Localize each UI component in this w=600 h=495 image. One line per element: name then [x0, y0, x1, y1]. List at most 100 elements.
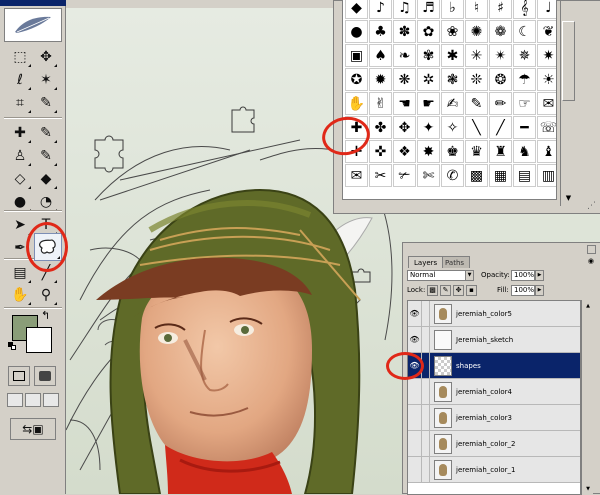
visibility-eye-icon[interactable] [408, 405, 422, 430]
shape-cell[interactable]: ▣ [345, 44, 368, 67]
layers-title-bar[interactable] [403, 243, 600, 255]
shape-cell[interactable]: ☀ [537, 68, 556, 91]
layer-link-box[interactable] [422, 327, 430, 352]
scrollbar-thumb[interactable] [562, 21, 575, 101]
shape-cell[interactable]: ❁ [489, 20, 512, 43]
lock-transparent-icon[interactable]: ▩ [427, 285, 438, 296]
shape-cell[interactable]: ♣ [369, 20, 392, 43]
background-color-swatch[interactable] [26, 327, 52, 353]
shape-cell[interactable]: ╱ [489, 116, 512, 139]
shape-cell[interactable]: ✤ [369, 116, 392, 139]
tab-paths[interactable]: Paths [439, 256, 471, 268]
chevron-down-icon[interactable]: ▼ [465, 270, 474, 281]
layer-link-box[interactable] [422, 431, 430, 456]
shape-cell[interactable]: ☾ [513, 20, 536, 43]
shape-cell[interactable]: ♜ [489, 140, 512, 163]
shape-cell[interactable]: ━ [513, 116, 536, 139]
shape-cell[interactable]: ♝ [537, 140, 556, 163]
shape-cell[interactable]: ● [345, 20, 368, 43]
scroll-down-arrow[interactable]: ▼ [562, 191, 575, 205]
standard-mode-button[interactable] [8, 366, 30, 386]
shape-cell[interactable]: ✧ [441, 116, 464, 139]
layer-row[interactable]: jeremiah_color_1 [408, 457, 580, 483]
shape-cell[interactable]: ▦ [489, 164, 512, 187]
shape-cell[interactable]: ☏ [537, 116, 556, 139]
shape-cell[interactable]: ◆ [345, 0, 368, 19]
shape-cell[interactable]: ✸ [417, 140, 440, 163]
layer-row[interactable]: 👁 jeremiah_color5 [408, 301, 580, 327]
shape-cell[interactable]: ♠ [369, 44, 392, 67]
shape-cell[interactable]: ✄ [417, 164, 440, 187]
shape-cell[interactable]: ✵ [513, 44, 536, 67]
layer-list-scrollbar[interactable]: ▲ ▼ [581, 300, 593, 495]
tab-layers[interactable]: Layers [408, 256, 444, 268]
visibility-eye-icon[interactable] [408, 379, 422, 404]
shape-cell[interactable]: ❋ [393, 68, 416, 91]
scroll-up-arrow[interactable]: ▲ [583, 301, 593, 311]
brush-tool[interactable]: ✎ [34, 122, 58, 144]
shape-cell[interactable]: ♛ [465, 140, 488, 163]
adobe-feather-logo[interactable] [4, 8, 62, 42]
shape-cell[interactable]: ☂ [513, 68, 536, 91]
shape-cell[interactable]: ✲ [417, 68, 440, 91]
hand-tool[interactable]: ✋ [8, 284, 32, 306]
clone-stamp-tool[interactable]: ♙ [8, 145, 32, 167]
fill-slider-arrow[interactable]: ▶ [535, 285, 544, 296]
layer-row[interactable]: jeremiah_color_2 [408, 431, 580, 457]
lock-all-icon[interactable]: ▪ [466, 285, 477, 296]
visibility-eye-icon[interactable] [408, 431, 422, 456]
shape-cell[interactable]: ✴ [489, 44, 512, 67]
shape-cell[interactable]: ♫ [393, 0, 416, 19]
layer-row[interactable]: jeremiah_color4 [408, 379, 580, 405]
shape-cell[interactable]: ❊ [465, 68, 488, 91]
shape-cell[interactable]: ✪ [345, 68, 368, 91]
close-icon[interactable] [587, 245, 596, 254]
notes-tool[interactable]: ▤ [8, 262, 32, 284]
shape-picker-scrollbar[interactable]: ▼ [560, 1, 576, 206]
shape-cell[interactable]: ✹ [369, 68, 392, 91]
opacity-slider-arrow[interactable]: ▶ [535, 270, 544, 281]
shape-cell[interactable]: ♬ [417, 0, 440, 19]
shape-cell[interactable]: ❃ [441, 68, 464, 91]
shape-cell[interactable]: ✽ [393, 20, 416, 43]
shape-cell[interactable]: ✾ [417, 44, 440, 67]
resize-grip-icon[interactable]: ⋰ [587, 201, 596, 211]
lock-image-icon[interactable]: ✎ [440, 285, 451, 296]
shape-cell[interactable]: ☞ [513, 92, 536, 115]
eraser-tool[interactable]: ◇ [8, 168, 32, 190]
shape-cell[interactable]: ▤ [513, 164, 536, 187]
shape-cell[interactable]: ♞ [513, 140, 536, 163]
palette-menu-icon[interactable]: ◉ [588, 257, 594, 265]
fill-field[interactable]: 100% [511, 285, 535, 296]
fullscreen-button[interactable] [43, 393, 59, 407]
shape-cell[interactable]: ✉ [345, 164, 368, 187]
shape-cell[interactable]: ✏ [489, 92, 512, 115]
visibility-eye-icon[interactable] [408, 457, 422, 482]
standard-screen-button[interactable] [7, 393, 23, 407]
shape-cell[interactable]: ❂ [489, 68, 512, 91]
shape-cell[interactable]: ✆ [441, 164, 464, 187]
scroll-down-arrow[interactable]: ▼ [583, 484, 593, 494]
layer-link-box[interactable] [422, 379, 430, 404]
slice-tool[interactable]: ✎ [34, 92, 58, 114]
jump-to-imageready-button[interactable]: ⇆▣ [10, 418, 56, 440]
magic-wand-tool[interactable]: ✶ [34, 69, 58, 91]
shape-cell[interactable]: ♚ [441, 140, 464, 163]
shape-cell[interactable]: ❧ [393, 44, 416, 67]
shape-cell[interactable]: ▩ [465, 164, 488, 187]
shape-cell[interactable]: ✎ [465, 92, 488, 115]
lasso-tool[interactable]: ℓ [8, 69, 32, 91]
shape-cell[interactable]: ❀ [441, 20, 464, 43]
shape-cell[interactable]: ☛ [417, 92, 440, 115]
default-colors-icon[interactable] [8, 342, 16, 350]
visibility-eye-icon[interactable]: 👁 [408, 301, 422, 326]
shape-cell[interactable]: ✜ [369, 140, 392, 163]
visibility-eye-icon[interactable]: 👁 [408, 327, 422, 352]
crop-tool[interactable]: ⌗ [8, 92, 32, 114]
shape-cell[interactable]: ♮ [465, 0, 488, 19]
swap-colors-icon[interactable]: ↰ [41, 309, 50, 322]
shape-cell[interactable]: ♭ [441, 0, 464, 19]
healing-brush-tool[interactable]: ✚ [8, 122, 32, 144]
layer-link-box[interactable] [422, 405, 430, 430]
shape-cell[interactable]: ✋ [345, 92, 368, 115]
